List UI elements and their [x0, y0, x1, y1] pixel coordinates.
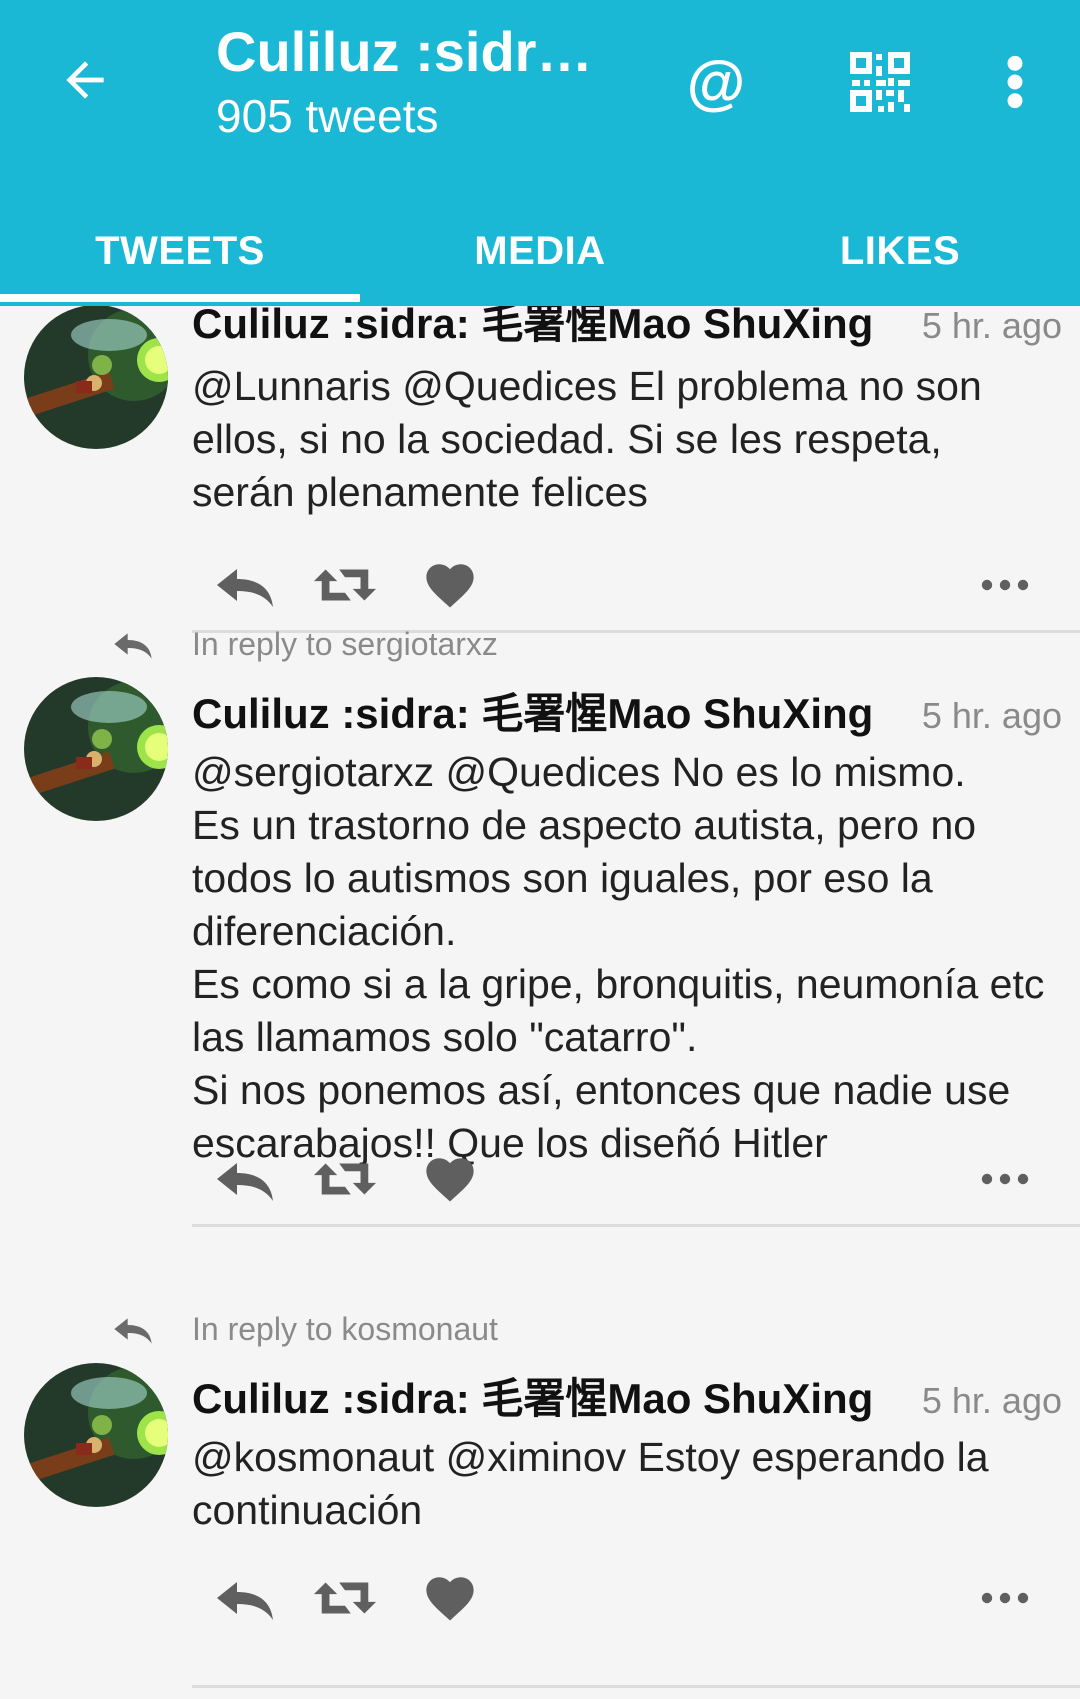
tweet-text: @sergiotarxz @Quedices No es lo mismo. E…	[192, 749, 1045, 1166]
tweet-more-button[interactable]	[970, 1144, 1040, 1214]
firefly-avatar-image	[24, 1363, 168, 1507]
tweet-actions	[210, 550, 1040, 620]
mention-button[interactable]: @	[676, 42, 756, 122]
retweet-button[interactable]	[305, 550, 385, 620]
reply-button[interactable]	[210, 550, 280, 620]
tweet-actions	[210, 1144, 1040, 1214]
tweet-time: 5 hr. ago	[921, 695, 1062, 736]
tweet-text: @Lunnaris @Quedices El problema no son e…	[192, 363, 994, 515]
like-button[interactable]	[420, 550, 480, 620]
reply-context-text[interactable]: In reply to kosmonaut	[192, 1311, 498, 1348]
reply-context-text[interactable]: In reply to sergiotarxz	[192, 626, 498, 663]
firefly-avatar-image	[24, 677, 168, 821]
retweet-button[interactable]	[305, 1144, 385, 1214]
reply-icon	[217, 1582, 273, 1620]
heart-icon	[426, 1577, 474, 1621]
profile-title: Culiluz :sidr…	[216, 20, 593, 83]
reply-small-icon	[114, 633, 152, 659]
tab-media[interactable]: MEDIA	[360, 196, 720, 306]
avatar[interactable]	[24, 1363, 168, 1507]
tweet-header: Culiluz :sidra: 毛署惺Mao ShuXing 5 hr. ago	[192, 306, 1062, 351]
more-horiz-icon	[981, 1173, 1029, 1185]
retweet-button[interactable]	[305, 1563, 385, 1633]
tab-bar: TWEETS MEDIA LIKES	[0, 196, 1080, 306]
tweet-item[interactable]: In reply to sergiotarxz Culiluz :sidra: …	[0, 626, 1080, 1312]
firefly-avatar-image	[24, 306, 168, 449]
tweet-header: Culiluz :sidra: 毛署惺Mao ShuXing 5 hr. ago	[192, 680, 1062, 741]
tweet-time: 5 hr. ago	[921, 1380, 1062, 1421]
tab-likes[interactable]: LIKES	[720, 196, 1080, 306]
like-button[interactable]	[420, 1563, 480, 1633]
tweet-item[interactable]: In reply to kosmonaut Culiluz :sidra: 毛署…	[0, 1311, 1080, 1697]
reply-small-icon	[114, 1318, 152, 1344]
more-horiz-icon	[981, 579, 1029, 591]
tweet-count: 905 tweets	[216, 90, 439, 142]
qr-code-icon	[850, 52, 910, 112]
tweet-time: 5 hr. ago	[921, 306, 1062, 346]
avatar[interactable]	[24, 306, 168, 449]
app-bar: Culiluz :sidr… 905 tweets @ TWEETS MEDIA	[0, 0, 1080, 306]
tweet-author[interactable]: Culiluz :sidra: 毛署惺Mao ShuXing	[192, 1365, 873, 1426]
retweet-icon	[313, 1582, 377, 1614]
tweet-author[interactable]: Culiluz :sidra: 毛署惺Mao ShuXing	[192, 680, 873, 741]
heart-icon	[426, 1158, 474, 1202]
back-button[interactable]	[50, 40, 120, 120]
more-vert-icon	[1007, 55, 1023, 109]
more-horiz-icon	[981, 1592, 1029, 1604]
tweet-actions	[210, 1563, 1040, 1633]
qr-code-button[interactable]	[840, 42, 920, 122]
tweet-divider	[192, 1224, 1080, 1227]
reply-button[interactable]	[210, 1563, 280, 1633]
like-button[interactable]	[420, 1144, 480, 1214]
tweet-header: Culiluz :sidra: 毛署惺Mao ShuXing 5 hr. ago	[192, 1365, 1062, 1426]
retweet-icon	[313, 1163, 377, 1195]
tweet-feed[interactable]: Culiluz :sidra: 毛署惺Mao ShuXing 5 hr. ago…	[0, 306, 1080, 1699]
arrow-left-icon	[66, 61, 104, 99]
selected-tab-indicator	[0, 294, 360, 302]
overflow-menu-button[interactable]	[985, 42, 1045, 122]
tweet-text: @kosmonaut @ximinov Estoy esperando la c…	[192, 1434, 1000, 1533]
tweet-divider	[192, 1685, 1080, 1688]
heart-icon	[426, 564, 474, 608]
avatar[interactable]	[24, 677, 168, 821]
profile-header: Culiluz :sidr… 905 tweets	[216, 20, 596, 142]
reply-button[interactable]	[210, 1144, 280, 1214]
tweet-more-button[interactable]	[970, 550, 1040, 620]
tweet-more-button[interactable]	[970, 1563, 1040, 1633]
reply-icon	[217, 569, 273, 607]
tab-tweets[interactable]: TWEETS	[0, 196, 360, 306]
tweet-author[interactable]: Culiluz :sidra: 毛署惺Mao ShuXing	[192, 306, 873, 351]
retweet-icon	[313, 569, 377, 601]
reply-icon	[217, 1163, 273, 1201]
